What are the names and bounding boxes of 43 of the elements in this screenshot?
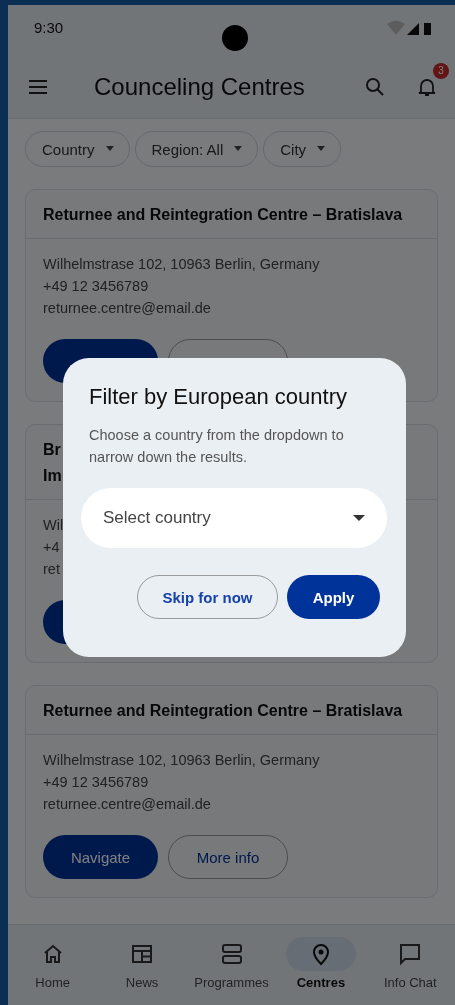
nav-item[interactable]: Programmes (186, 925, 277, 1005)
centre-detail: Wilhelmstrase 102, 10963 Berlin, Germany (43, 751, 320, 770)
camera-hole (222, 25, 248, 51)
centre-detail: +49 12 3456789 (43, 773, 149, 792)
country-select[interactable]: Select country (81, 488, 387, 548)
nav-item[interactable]: Home (8, 925, 98, 1005)
centre-title: Br (43, 441, 61, 459)
nav-label: Programmes (194, 975, 269, 990)
centre-detail: Wil (43, 516, 64, 535)
nav-label: Home (35, 975, 71, 990)
stacked-boxes-icon (219, 942, 244, 966)
centre-detail: +4 (43, 538, 60, 557)
dropdown-caret-icon (104, 146, 115, 152)
filter-chip[interactable]: Region: All (134, 131, 259, 167)
centre-detail: ret (43, 560, 60, 579)
nav-item[interactable]: Centres (276, 925, 366, 1005)
centre-title: Returnee and Reintegration Centre – Bratislava (43, 702, 403, 720)
newspaper-icon (130, 942, 155, 966)
nav-label: News (125, 975, 159, 990)
dialog-text: Choose a country from the dropdown to narrow down the results. (89, 426, 345, 467)
chat-bubble-icon (398, 942, 423, 966)
centre-detail: Wilhelmstrase 102, 10963 Berlin, Germany (43, 255, 320, 274)
centre-title: Im (43, 467, 62, 485)
nav-label: Info Chat (383, 975, 437, 990)
dropdown-caret-icon (316, 146, 327, 152)
status-time: 9:30 (34, 19, 64, 36)
filter-chip[interactable]: Country (25, 131, 130, 167)
nav-item[interactable]: News (97, 925, 187, 1005)
page-title: Counceling Centres (94, 72, 306, 101)
centre-detail: returnee.centre@email.de (43, 795, 211, 814)
centre-detail: returnee.centre@email.de (43, 299, 211, 318)
status-icons (387, 19, 433, 37)
centre-detail: +49 12 3456789 (43, 277, 149, 296)
filter-chip[interactable]: City (263, 131, 342, 167)
apply-button[interactable]: Apply (287, 575, 380, 619)
dropdown-caret-icon (353, 515, 365, 521)
notification-badge: 3 (433, 62, 449, 79)
dropdown-caret-icon (233, 146, 244, 152)
nav-label: Centres (296, 975, 346, 990)
centre-title: Returnee and Reintegration Centre – Bratislava (43, 206, 403, 224)
navigate-button[interactable]: Navigate (43, 835, 158, 879)
nav-item[interactable]: Info Chat (365, 925, 455, 1005)
dialog-title: Filter by European country (89, 384, 348, 410)
